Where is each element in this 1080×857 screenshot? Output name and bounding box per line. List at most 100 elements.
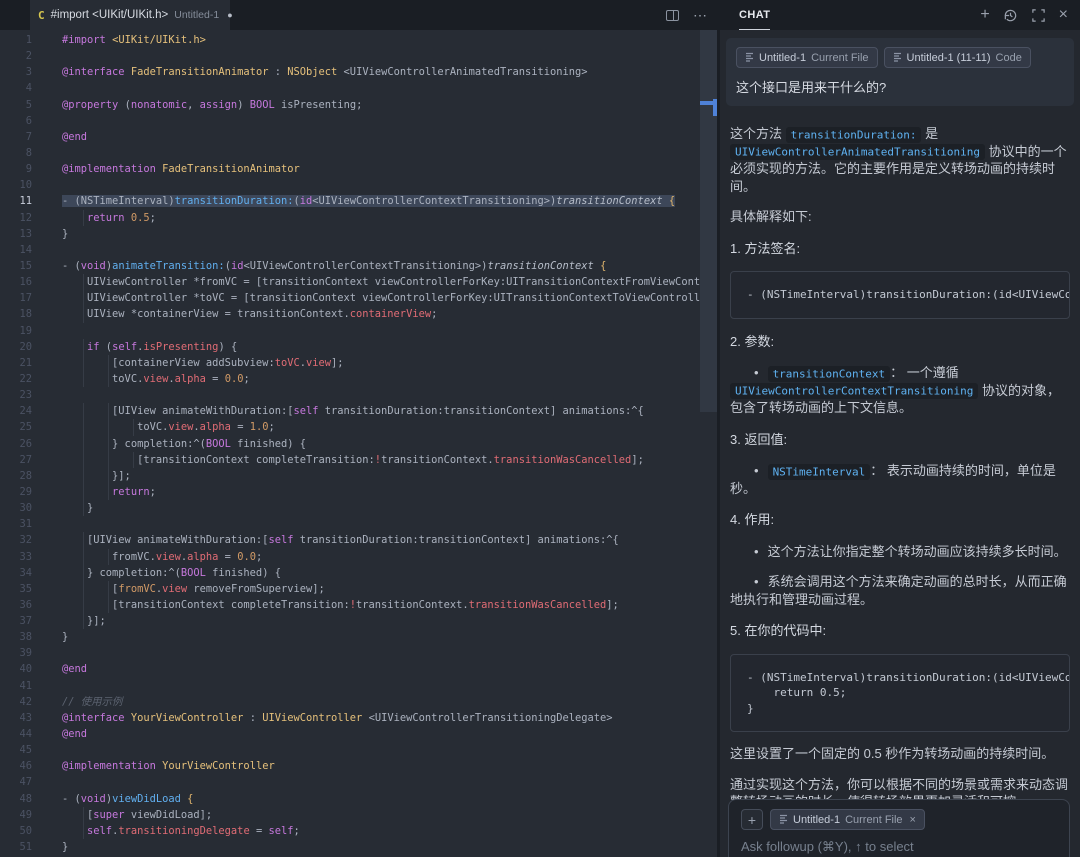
code-line[interactable]: 16 UIViewController *fromVC = [transitio…	[0, 274, 700, 290]
token: ;	[294, 825, 300, 837]
indent-guide-line	[83, 419, 84, 435]
code-line[interactable]: 31	[0, 516, 700, 532]
code-line[interactable]: 51}	[0, 839, 700, 855]
token: YourViewController	[131, 712, 244, 724]
editor-scrollbar[interactable]	[700, 30, 717, 857]
code-line[interactable]: 3@interface FadeTransitionAnimator : NSO…	[0, 64, 700, 80]
code-line[interactable]: 38}	[0, 629, 700, 645]
code-line[interactable]: 34 } completion:^(BOOL finished) {	[0, 565, 700, 581]
code-line[interactable]: 18 UIView *containerView = transitionCon…	[0, 306, 700, 322]
more-actions-icon[interactable]: ⋯	[693, 7, 708, 24]
token: =	[231, 421, 250, 433]
code-line[interactable]: 36 [transitionContext completeTransition…	[0, 597, 700, 613]
bullet-icon: •	[754, 463, 759, 478]
code-line[interactable]: 9@implementation FadeTransitionAnimator	[0, 161, 700, 177]
token: fromVC	[118, 583, 156, 595]
token: [	[62, 809, 93, 821]
code-line[interactable]: 39	[0, 645, 700, 661]
code-text: [fromVC.view removeFromSuperview];	[46, 581, 700, 597]
code-line[interactable]: 30 }	[0, 500, 700, 516]
add-context-button[interactable]: +	[741, 809, 763, 830]
code-line[interactable]: 6	[0, 113, 700, 129]
code-line[interactable]: 8	[0, 145, 700, 161]
code-line[interactable]: 25 toVC.view.alpha = 1.0;	[0, 419, 700, 435]
token: self	[87, 825, 112, 837]
code-line[interactable]: 24 [UIView animateWithDuration:[self tra…	[0, 403, 700, 419]
new-chat-icon[interactable]: +	[980, 7, 989, 23]
code-line[interactable]: 48- (void)viewDidLoad {	[0, 791, 700, 807]
code-line[interactable]: 14	[0, 242, 700, 258]
code-line[interactable]: 11- (NSTimeInterval)transitionDuration:(…	[0, 193, 700, 209]
code-text: [transitionContext completeTransition:!t…	[46, 452, 700, 468]
indent-guide-line	[108, 371, 109, 387]
code-line[interactable]: 47	[0, 774, 700, 790]
code-line[interactable]: 4	[0, 80, 700, 96]
code-line[interactable]: 22 toVC.view.alpha = 0.0;	[0, 371, 700, 387]
code-line[interactable]: 17 UIViewController *toVC = [transitionC…	[0, 290, 700, 306]
code-line[interactable]: 33 fromVC.view.alpha = 0.0;	[0, 549, 700, 565]
token: ;	[256, 551, 262, 563]
code-editor[interactable]: 1#import <UIKit/UIKit.h>23@interface Fad…	[0, 30, 718, 857]
split-editor-icon[interactable]	[666, 10, 679, 21]
code-line[interactable]: 50 self.transitioningDelegate = self;	[0, 823, 700, 839]
line-number: 14	[0, 242, 46, 258]
code-line[interactable]: 41	[0, 678, 700, 694]
editor-tab-untitled-1[interactable]: C #import <UIKit/UIKit.h> Untitled-1 ●	[30, 0, 230, 30]
indent-guide-line	[108, 419, 109, 435]
code-line[interactable]: 27 [transitionContext completeTransition…	[0, 452, 700, 468]
code-line[interactable]: 13}	[0, 226, 700, 242]
code-text: }	[46, 500, 700, 516]
code-line[interactable]: 20 if (self.isPresenting) {	[0, 339, 700, 355]
context-chip[interactable]: Untitled-1Current File	[736, 47, 878, 68]
code-line[interactable]: 15- (void)animateTransition:(id<UIViewCo…	[0, 258, 700, 274]
remove-chip-icon[interactable]: ×	[910, 814, 916, 826]
line-number: 35	[0, 581, 46, 597]
code-line[interactable]: 43@interface YourViewController : UIView…	[0, 710, 700, 726]
title-bar: C #import <UIKit/UIKit.h> Untitled-1 ● ⋯…	[0, 0, 1080, 30]
tab-chat[interactable]: CHAT	[739, 0, 770, 30]
code-line[interactable]: 44@end	[0, 726, 700, 742]
token: }	[62, 502, 93, 514]
line-number: 43	[0, 710, 46, 726]
code-line[interactable]: 28 }];	[0, 468, 700, 484]
scrollbar-slider[interactable]	[700, 30, 717, 412]
code-block-text: - (NSTimeInterval)transitionDuration:(id…	[747, 670, 1053, 717]
code-line[interactable]: 10	[0, 177, 700, 193]
code-line[interactable]: 12 return 0.5;	[0, 210, 700, 226]
chat-input-placeholder[interactable]: Ask followup (⌘Y), ↑ to select	[741, 839, 1057, 855]
code-line[interactable]: 29 return;	[0, 484, 700, 500]
code-text	[46, 678, 700, 694]
code-line[interactable]: 45	[0, 742, 700, 758]
code-text: [containerView addSubview:toVC.view];	[46, 355, 700, 371]
code-line[interactable]: 2	[0, 48, 700, 64]
indent-guide-line	[108, 403, 109, 419]
code-line[interactable]: 35 [fromVC.view removeFromSuperview];	[0, 581, 700, 597]
code-text: @end	[46, 726, 700, 742]
code-line[interactable]: 7@end	[0, 129, 700, 145]
code-line[interactable]: 1#import <UIKit/UIKit.h>	[0, 32, 700, 48]
context-chip[interactable]: Untitled-1 (11-11)Code	[884, 47, 1031, 68]
line-number: 27	[0, 452, 46, 468]
code-line[interactable]: 5@property (nonatomic, assign) BOOL isPr…	[0, 97, 700, 113]
token: ;	[243, 373, 249, 385]
maximize-panel-icon[interactable]	[1031, 8, 1046, 23]
code-line[interactable]: 46@implementation YourViewController	[0, 758, 700, 774]
indent-guide-line	[108, 355, 109, 371]
history-icon[interactable]	[1003, 8, 1018, 23]
line-number: 32	[0, 532, 46, 548]
code-line[interactable]: 32 [UIView animateWithDuration:[self tra…	[0, 532, 700, 548]
code-line[interactable]: 23	[0, 387, 700, 403]
chip-file-name: Untitled-1 (11-11)	[907, 52, 991, 64]
code-line[interactable]: 26 } completion:^(BOOL finished) {	[0, 436, 700, 452]
code-line[interactable]: 49 [super viewDidLoad];	[0, 807, 700, 823]
chat-input[interactable]: + Untitled-1Current File× Ask followup (…	[728, 799, 1070, 857]
token: [transitionContext completeTransition:	[62, 599, 350, 611]
code-line[interactable]: 21 [containerView addSubview:toVC.view];	[0, 355, 700, 371]
input-context-chip[interactable]: Untitled-1Current File×	[770, 809, 925, 830]
code-line[interactable]: 40@end	[0, 661, 700, 677]
code-line[interactable]: 42// 使用示例	[0, 694, 700, 710]
code-line[interactable]: 19	[0, 323, 700, 339]
code-line[interactable]: 37 }];	[0, 613, 700, 629]
token: 0.0	[225, 373, 244, 385]
close-panel-icon[interactable]: ×	[1059, 7, 1068, 23]
